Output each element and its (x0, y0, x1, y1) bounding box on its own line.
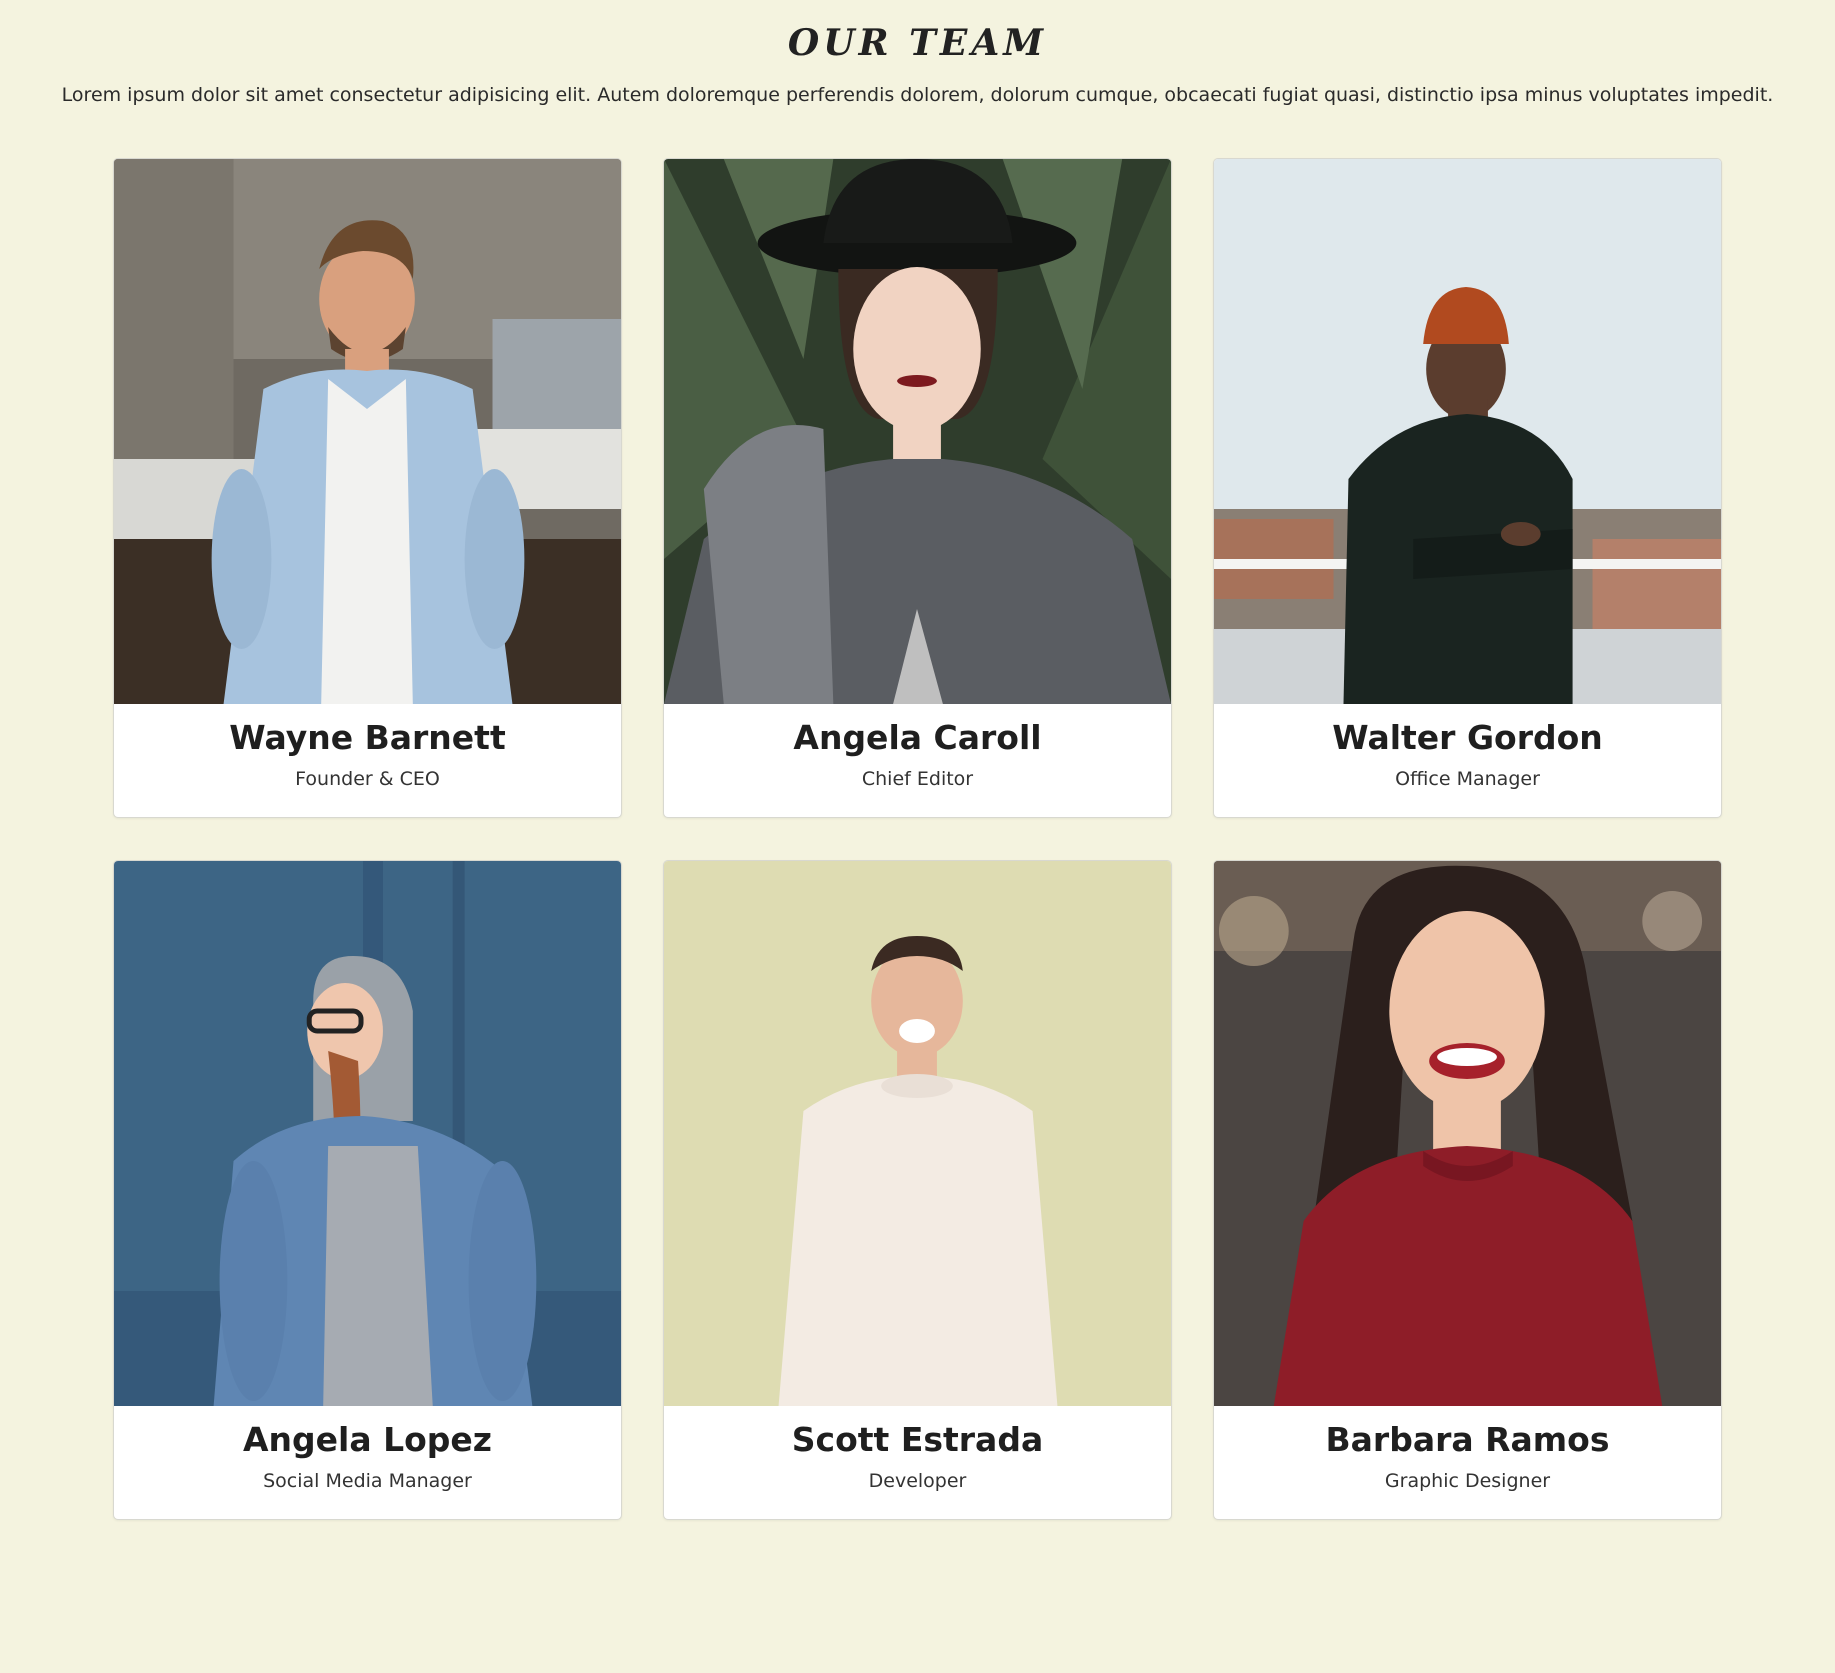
team-grid: Wayne Barnett Founder & CEO Angela Carol… (113, 158, 1723, 1520)
member-name: Wayne Barnett (229, 718, 506, 757)
team-card-body: Angela Caroll Chief Editor (664, 704, 1171, 817)
team-card-scott-estrada: Scott Estrada Developer (663, 860, 1172, 1520)
member-role: Developer (868, 1469, 967, 1492)
member-name: Angela Lopez (242, 1420, 492, 1459)
team-card-barbara-ramos: Barbara Ramos Graphic Designer (1213, 860, 1722, 1520)
team-card-body: Angela Lopez Social Media Manager (114, 1406, 621, 1519)
team-photo (114, 861, 621, 1406)
team-card-wayne-barnett: Wayne Barnett Founder & CEO (113, 158, 622, 818)
member-name: Scott Estrada (791, 1420, 1044, 1459)
team-photo (1214, 159, 1721, 704)
team-photo (664, 861, 1171, 1406)
member-role: Chief Editor (861, 767, 974, 790)
team-card-angela-lopez: Angela Lopez Social Media Manager (113, 860, 622, 1520)
member-role: Founder & CEO (295, 767, 440, 790)
team-card-angela-caroll: Angela Caroll Chief Editor (663, 158, 1172, 818)
team-card-walter-gordon: Walter Gordon Office Manager (1213, 158, 1722, 818)
member-role: Social Media Manager (263, 1469, 472, 1492)
team-card-body: Wayne Barnett Founder & CEO (114, 704, 621, 817)
member-role: Graphic Designer (1384, 1469, 1551, 1492)
team-card-body: Scott Estrada Developer (664, 1406, 1171, 1519)
section-intro: Lorem ipsum dolor sit amet consectetur a… (61, 84, 1774, 106)
team-photo (1214, 861, 1721, 1406)
member-name: Walter Gordon (1332, 718, 1603, 757)
member-name: Angela Caroll (793, 718, 1042, 757)
team-card-body: Barbara Ramos Graphic Designer (1214, 1406, 1721, 1519)
member-role: Office Manager (1395, 767, 1540, 790)
team-photo (114, 159, 621, 704)
team-page: OUR TEAM Lorem ipsum dolor sit amet cons… (0, 0, 1835, 1673)
member-name: Barbara Ramos (1325, 1420, 1610, 1459)
section-title: OUR TEAM (787, 22, 1048, 64)
team-photo (664, 159, 1171, 704)
team-card-body: Walter Gordon Office Manager (1214, 704, 1721, 817)
